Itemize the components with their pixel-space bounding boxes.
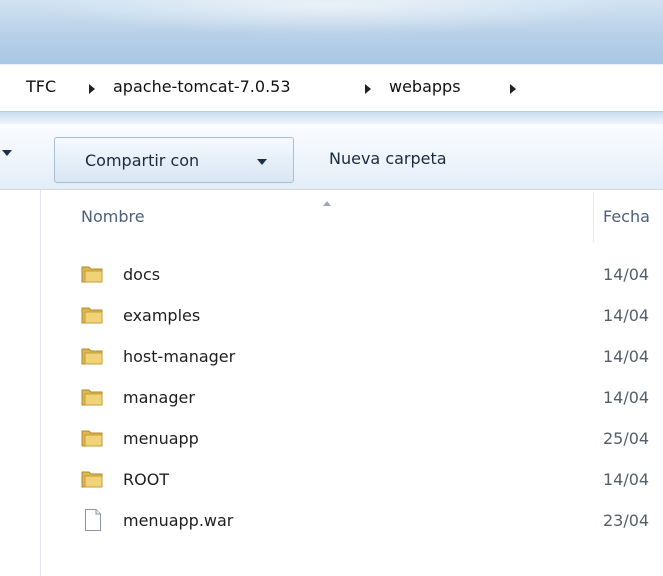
share-with-label: Compartir con (85, 151, 200, 170)
folder-icon (81, 346, 103, 366)
file-row[interactable]: host-manager 14/04 (41, 336, 663, 377)
column-divider[interactable] (593, 192, 594, 242)
folder-icon (81, 428, 103, 448)
breadcrumb-arrow-icon[interactable] (365, 84, 371, 94)
breadcrumb-arrow-icon[interactable] (89, 84, 95, 94)
file-name: host-manager (123, 347, 236, 366)
breadcrumb-item-apache-tomcat[interactable]: apache-tomcat-7.0.53 (113, 77, 291, 96)
file-name: examples (123, 306, 201, 325)
command-toolbar: Compartir con Nueva carpeta (0, 124, 663, 190)
window-title-bar[interactable] (0, 0, 663, 64)
new-folder-button[interactable]: Nueva carpeta (329, 149, 447, 168)
file-row[interactable]: menuapp 25/04 (41, 418, 663, 459)
sort-ascending-icon (323, 201, 331, 206)
file-name: manager (123, 388, 195, 407)
file-date: 14/04 (603, 265, 650, 284)
navigation-pane[interactable] (0, 190, 41, 576)
title-bar-glow (0, 0, 663, 64)
breadcrumb-item-tfc[interactable]: TFC (26, 77, 56, 96)
file-name: menuapp (123, 429, 199, 448)
file-date: 14/04 (603, 306, 650, 325)
file-name: docs (123, 265, 161, 284)
address-bar[interactable]: TFC apache-tomcat-7.0.53 webapps (0, 64, 663, 112)
column-header-date[interactable]: Fecha (603, 207, 650, 226)
column-header: Nombre Fecha (41, 190, 663, 242)
file-name: menuapp.war (123, 511, 234, 530)
file-date: 14/04 (603, 388, 650, 407)
breadcrumb-item-webapps[interactable]: webapps (389, 77, 461, 96)
file-row[interactable]: docs 14/04 (41, 254, 663, 295)
file-row[interactable]: menuapp.war 23/04 (41, 500, 663, 541)
chevron-down-icon (257, 159, 267, 165)
folder-icon (81, 387, 103, 407)
folder-icon (81, 469, 103, 489)
file-row[interactable]: manager 14/04 (41, 377, 663, 418)
chevron-down-icon[interactable] (2, 150, 12, 156)
file-row[interactable]: ROOT 14/04 (41, 459, 663, 500)
breadcrumb-arrow-icon[interactable] (510, 84, 516, 94)
file-name: ROOT (123, 470, 170, 489)
file-row[interactable]: examples 14/04 (41, 295, 663, 336)
file-date: 25/04 (603, 429, 650, 448)
folder-icon (81, 305, 103, 325)
address-bar-border (0, 111, 663, 125)
file-icon (84, 508, 102, 532)
file-date: 14/04 (603, 347, 650, 366)
file-date: 23/04 (603, 511, 650, 530)
file-date: 14/04 (603, 470, 650, 489)
share-with-button[interactable]: Compartir con (54, 137, 294, 183)
folder-icon (81, 264, 103, 284)
column-header-name[interactable]: Nombre (81, 207, 145, 226)
